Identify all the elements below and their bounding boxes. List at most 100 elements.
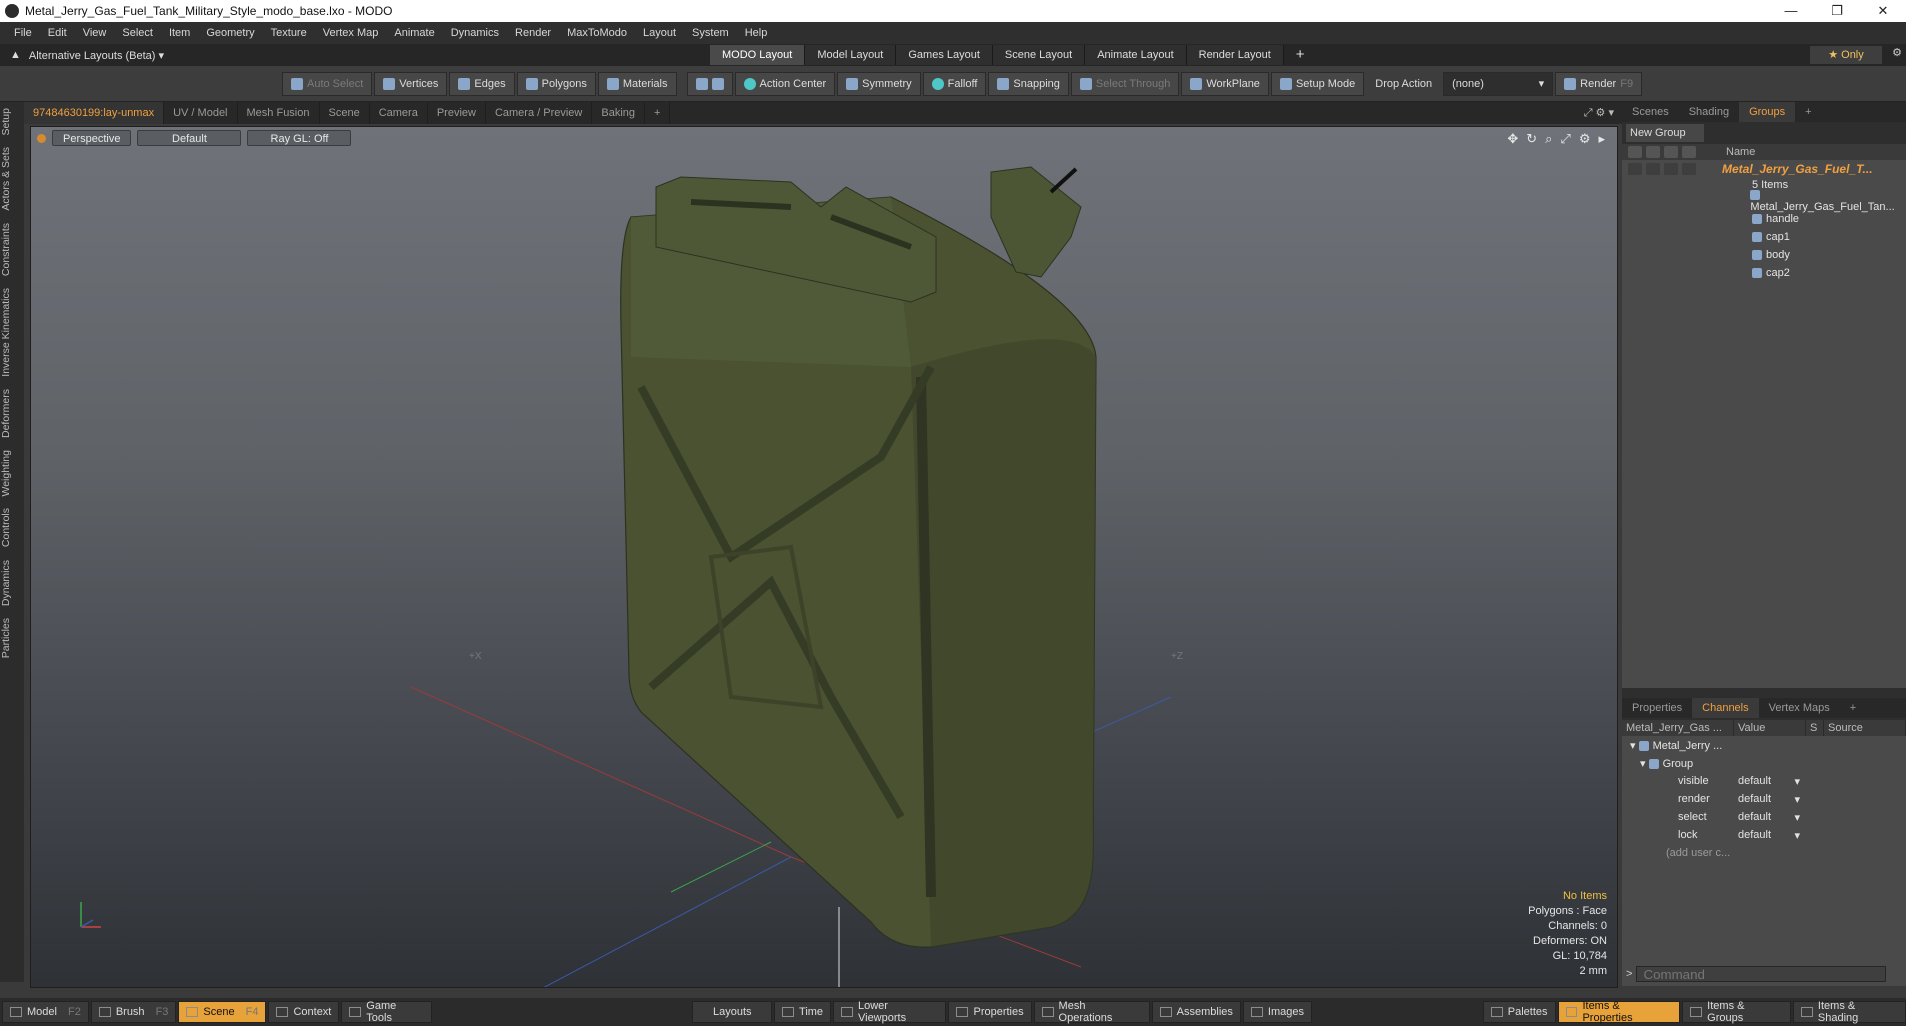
- tab-animate-layout[interactable]: Animate Layout: [1085, 45, 1187, 65]
- tab-weighting[interactable]: Weighting: [0, 444, 24, 503]
- tab-setup[interactable]: Setup: [0, 102, 24, 141]
- render-column-icon[interactable]: [1646, 146, 1660, 158]
- menu-edit[interactable]: Edit: [48, 27, 67, 39]
- only-button[interactable]: ★ Only: [1810, 46, 1882, 64]
- tab-mesh-fusion[interactable]: Mesh Fusion: [238, 102, 320, 124]
- lower-viewports-button[interactable]: Lower Viewports: [833, 1000, 947, 1024]
- lock-toggle-icon[interactable]: [1664, 163, 1678, 175]
- menu-vertex-map[interactable]: Vertex Map: [323, 27, 379, 39]
- game-tools-button[interactable]: Game Tools: [341, 1000, 433, 1024]
- polygons-button[interactable]: Polygons: [516, 71, 596, 96]
- add-user-channel-row[interactable]: (add user c...: [1622, 844, 1906, 862]
- menu-item[interactable]: Item: [169, 27, 190, 39]
- time-button[interactable]: Time: [774, 1001, 832, 1023]
- menu-maxtomodo[interactable]: MaxToModo: [567, 27, 627, 39]
- list-item[interactable]: handle: [1622, 210, 1906, 228]
- tab-render-layout[interactable]: Render Layout: [1186, 45, 1284, 65]
- layouts-button[interactable]: Layouts: [692, 1001, 773, 1023]
- render-value-select[interactable]: default ▾: [1734, 793, 1806, 806]
- edges-button[interactable]: Edges: [449, 71, 515, 96]
- menu-select[interactable]: Select: [122, 27, 153, 39]
- tab-shading[interactable]: Shading: [1679, 102, 1739, 122]
- menu-view[interactable]: View: [83, 27, 107, 39]
- vertices-button[interactable]: Vertices: [374, 71, 448, 96]
- action-center-button[interactable]: Action Center: [734, 71, 836, 96]
- new-group-button[interactable]: New Group: [1626, 124, 1704, 142]
- tab-scene[interactable]: Scene: [320, 102, 370, 124]
- add-viewport-tab-button[interactable]: +: [645, 102, 671, 124]
- model-button[interactable]: Model F2: [2, 1001, 89, 1023]
- gear-icon[interactable]: ⚙: [1892, 46, 1902, 59]
- lock-column-icon[interactable]: [1664, 146, 1678, 158]
- list-item[interactable]: Metal_Jerry_Gas_Fuel_Tan...: [1622, 190, 1906, 213]
- materials-button[interactable]: Materials: [597, 71, 677, 96]
- drop-action-select[interactable]: (none) ▾: [1443, 71, 1554, 96]
- brush-button[interactable]: Brush F3: [90, 1001, 177, 1023]
- tab-vertex-maps[interactable]: Vertex Maps: [1759, 698, 1840, 718]
- symmetry-button[interactable]: Symmetry: [837, 71, 921, 96]
- items-groups-button[interactable]: Items & Groups: [1682, 1000, 1791, 1024]
- falloff-button[interactable]: Falloff: [922, 71, 987, 96]
- render-button[interactable]: Render F9: [1555, 71, 1643, 96]
- table-row[interactable]: render default ▾: [1622, 790, 1906, 808]
- add-layout-button[interactable]: +: [1284, 45, 1317, 65]
- add-channels-tab-button[interactable]: +: [1840, 698, 1866, 718]
- tab-lay-unmax[interactable]: 97484630199:lay-unmax: [24, 102, 165, 124]
- select-value-select[interactable]: default ▾: [1734, 811, 1806, 824]
- table-row[interactable]: visible default ▾: [1622, 772, 1906, 790]
- items-properties-button[interactable]: Items & Properties: [1557, 1000, 1681, 1024]
- snapping-button[interactable]: Snapping: [988, 71, 1069, 96]
- tab-dynamics[interactable]: Dynamics: [0, 554, 24, 612]
- menu-texture[interactable]: Texture: [271, 27, 307, 39]
- list-item[interactable]: body: [1622, 246, 1906, 264]
- auto-select-button[interactable]: Auto Select: [282, 71, 373, 96]
- menu-dynamics[interactable]: Dynamics: [451, 27, 499, 39]
- tab-baking[interactable]: Baking: [592, 102, 646, 124]
- group-row[interactable]: Metal_Jerry_Gas_Fuel_T...: [1622, 160, 1906, 178]
- close-button[interactable]: ✕: [1860, 0, 1906, 22]
- tab-controls[interactable]: Controls: [0, 502, 24, 553]
- list-item[interactable]: cap1: [1622, 228, 1906, 246]
- tab-groups[interactable]: Groups: [1739, 102, 1796, 122]
- table-row[interactable]: select default ▾: [1622, 808, 1906, 826]
- assemblies-button[interactable]: Assemblies: [1151, 1001, 1241, 1023]
- tab-actors-sets[interactable]: Actors & Sets: [0, 141, 24, 217]
- menu-layout[interactable]: Layout: [643, 27, 676, 39]
- tab-inverse-kinematics[interactable]: Inverse Kinematics: [0, 282, 24, 383]
- tab-uv-model[interactable]: UV / Model: [164, 102, 238, 124]
- 3d-viewport[interactable]: Perspective Default Ray GL: Off ✥ ↻ ⌕ ⤢ …: [30, 126, 1618, 988]
- tab-constraints[interactable]: Constraints: [0, 217, 24, 282]
- setup-mode-button[interactable]: Setup Mode: [1270, 71, 1365, 96]
- jerry-can-model[interactable]: [620, 166, 1097, 948]
- list-item[interactable]: cap2: [1622, 264, 1906, 282]
- render-toggle-icon[interactable]: [1646, 163, 1660, 175]
- tab-deformers[interactable]: Deformers: [0, 383, 24, 444]
- menu-geometry[interactable]: Geometry: [206, 27, 254, 39]
- alternative-layouts-dropdown[interactable]: ▲ Alternative Layouts (Beta) ▾: [10, 49, 164, 62]
- minimize-button[interactable]: —: [1768, 0, 1814, 22]
- channel-group-row[interactable]: ▾ Group: [1622, 754, 1906, 772]
- menu-system[interactable]: System: [692, 27, 729, 39]
- images-button[interactable]: Images: [1242, 1001, 1312, 1023]
- items-shading-button[interactable]: Items & Shading: [1793, 1000, 1906, 1024]
- select-toggle-icon[interactable]: [1682, 163, 1696, 175]
- visibility-column-icon[interactable]: [1628, 146, 1642, 158]
- palettes-button[interactable]: Palettes: [1482, 1001, 1556, 1023]
- select-column-icon[interactable]: [1682, 146, 1696, 158]
- tab-properties[interactable]: Properties: [1622, 698, 1692, 718]
- tab-games-layout[interactable]: Games Layout: [896, 45, 993, 65]
- tab-scenes[interactable]: Scenes: [1622, 102, 1679, 122]
- tab-particles[interactable]: Particles: [0, 612, 24, 664]
- tab-modo-layout[interactable]: MODO Layout: [710, 45, 806, 65]
- restore-button[interactable]: ❐: [1814, 0, 1860, 22]
- tab-preview[interactable]: Preview: [428, 102, 486, 124]
- add-panel-tab-button[interactable]: +: [1795, 102, 1821, 122]
- menu-help[interactable]: Help: [745, 27, 768, 39]
- tab-camera-preview[interactable]: Camera / Preview: [486, 102, 593, 124]
- context-button[interactable]: Context: [268, 1001, 340, 1023]
- properties-button[interactable]: Properties: [948, 1001, 1032, 1023]
- menu-file[interactable]: File: [14, 27, 32, 39]
- tab-scene-layout[interactable]: Scene Layout: [992, 45, 1086, 65]
- channel-item-row[interactable]: ▾ Metal_Jerry ...: [1622, 736, 1906, 754]
- tab-camera[interactable]: Camera: [370, 102, 428, 124]
